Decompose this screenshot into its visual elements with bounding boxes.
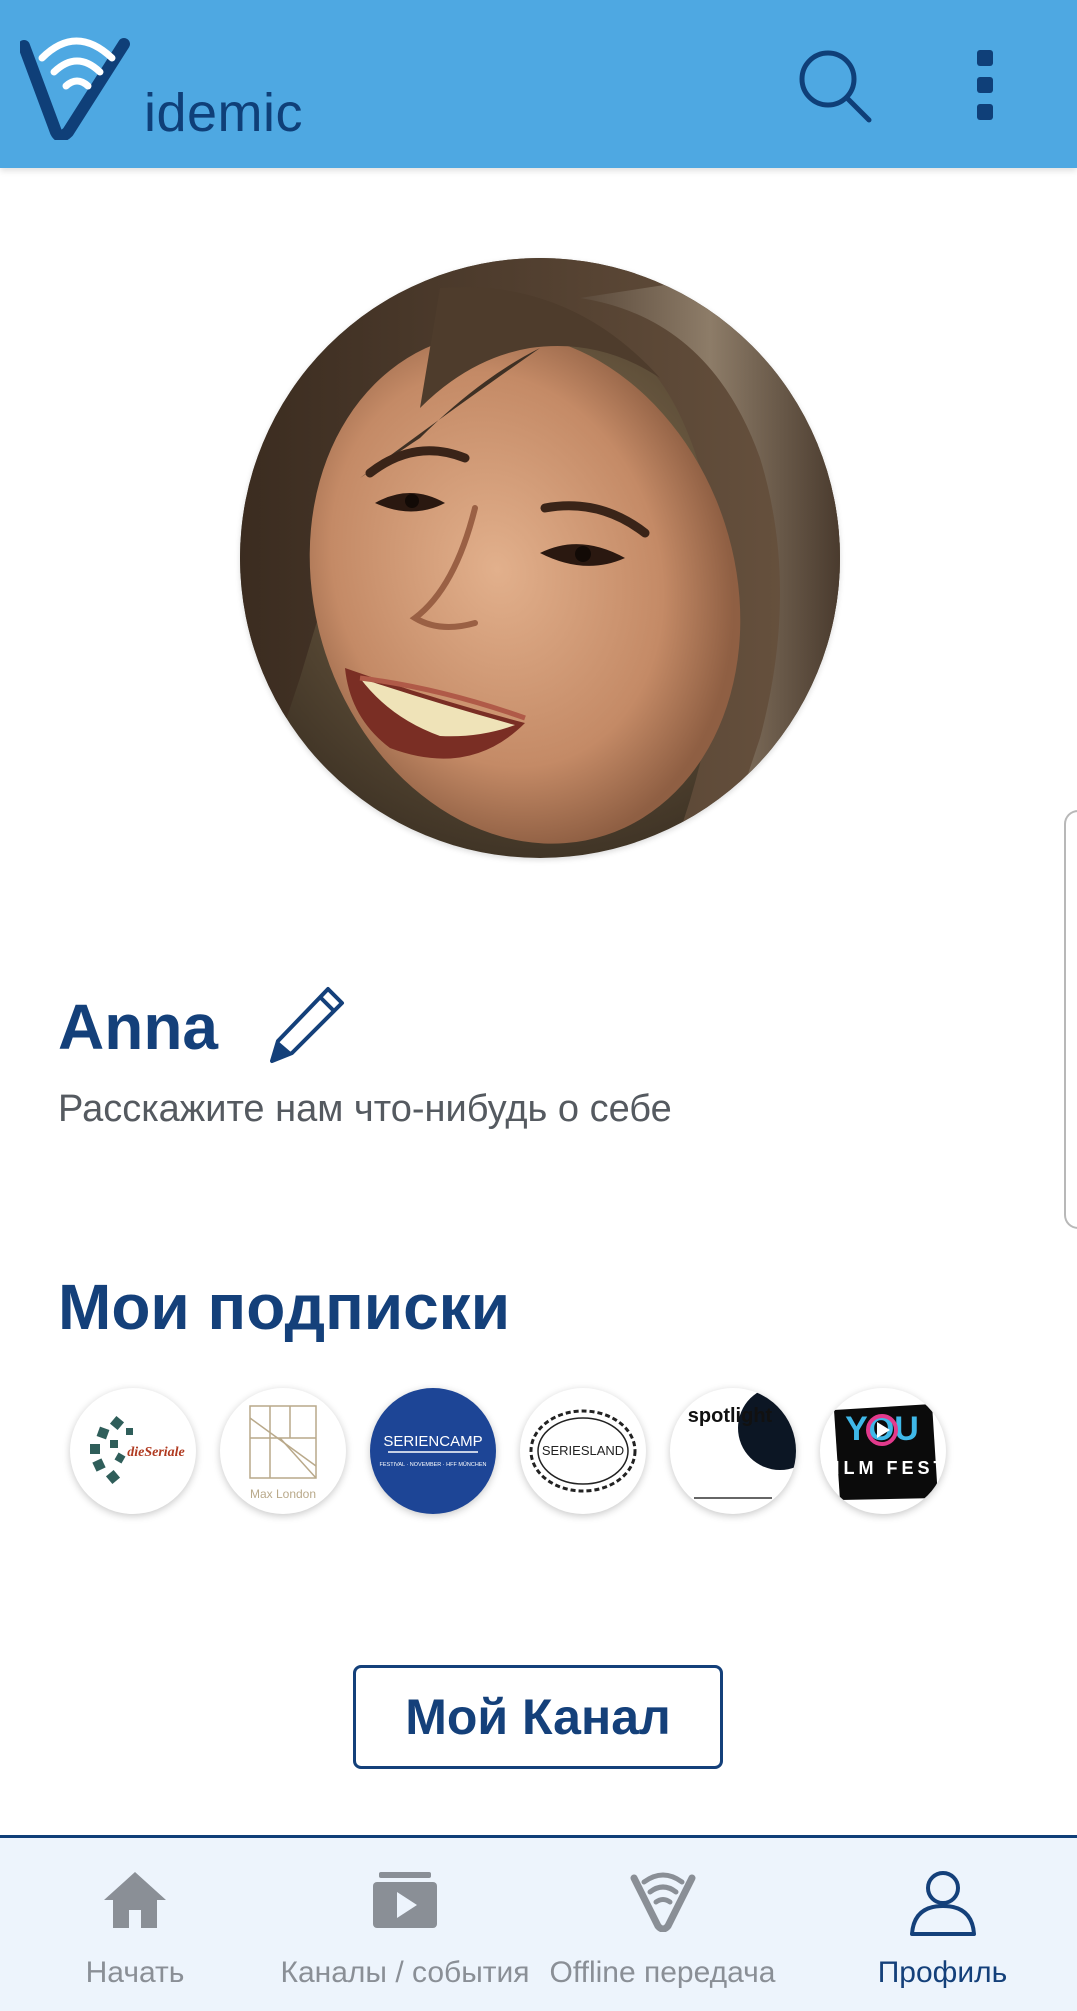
- nav-item-offline[interactable]: Offline передача: [545, 1838, 780, 2011]
- nav-label-channels: Каналы / события: [280, 1956, 530, 1989]
- app-header: idemic: [0, 0, 1077, 168]
- bottom-navigation: Начать Каналы / события Offline передача…: [0, 1835, 1077, 2011]
- svg-text:FILM FEST: FILM FEST: [820, 1458, 946, 1478]
- user-icon: [909, 1871, 976, 1936]
- svg-text:dieSeriale: dieSeriale: [127, 1445, 185, 1460]
- subscription-spotlight[interactable]: spotlight: [670, 1388, 796, 1514]
- svg-text:spotlight: spotlight: [688, 1405, 773, 1427]
- logo-text: idemic: [144, 83, 304, 143]
- you-film-fest-logo: YOU FILM FEST: [820, 1404, 946, 1500]
- svg-text:SERIESLAND: SERIESLAND: [542, 1443, 624, 1458]
- edit-profile-button[interactable]: [266, 985, 346, 1065]
- nav-item-home[interactable]: Начать: [40, 1838, 230, 2011]
- profile-avatar[interactable]: [240, 258, 840, 858]
- channels-play-icon: [373, 1872, 437, 1928]
- more-vertical-icon: [977, 50, 993, 120]
- dieseriale-logo: dieSeriale: [90, 1415, 185, 1485]
- search-button[interactable]: [795, 46, 875, 126]
- search-icon: [799, 50, 872, 123]
- pencil-icon: [270, 987, 344, 1063]
- subscription-you-film-fest[interactable]: YOU FILM FEST: [820, 1388, 946, 1514]
- spotlight-logo: spotlight: [688, 1388, 796, 1499]
- seriesland-logo: SERIESLAND: [529, 1409, 637, 1493]
- offline-wifi-icon: [630, 1872, 695, 1932]
- app-logo[interactable]: idemic: [20, 30, 340, 143]
- nav-label-offline: Offline передача: [549, 1956, 776, 1989]
- subscription-seriencamp[interactable]: SERIENCAMP FESTIVAL · NOVEMBER · HFF MÜN…: [370, 1388, 496, 1514]
- overflow-menu-button[interactable]: [960, 44, 1010, 126]
- subscriptions-list: dieSeriale Max London SERIENCAMP FESTIVA…: [70, 1388, 970, 1516]
- svg-text:SERIENCAMP: SERIENCAMP: [383, 1433, 482, 1450]
- seriencamp-logo: SERIENCAMP FESTIVAL · NOVEMBER · HFF MÜN…: [380, 1433, 487, 1468]
- profile-name: Anna: [58, 991, 218, 1063]
- nav-item-profile[interactable]: Профиль: [850, 1838, 1035, 2011]
- logo-wifi-v-icon: [20, 37, 130, 140]
- home-icon: [104, 1872, 166, 1928]
- subscriptions-title: Мои подписки: [58, 1271, 511, 1343]
- nav-item-channels[interactable]: Каналы / события: [270, 1838, 540, 2011]
- subscription-max-london[interactable]: Max London: [220, 1388, 346, 1514]
- my-channel-button[interactable]: Мой Канал: [353, 1665, 723, 1769]
- nav-label-home: Начать: [85, 1956, 185, 1989]
- svg-text:Max London: Max London: [250, 1487, 316, 1501]
- profile-bio-placeholder[interactable]: Расскажите нам что-нибудь о себе: [58, 1088, 672, 1131]
- subscription-dieseriale[interactable]: dieSeriale: [70, 1388, 196, 1514]
- nav-label-profile: Профиль: [877, 1956, 1008, 1989]
- subscription-seriesland[interactable]: SERIESLAND: [520, 1388, 646, 1514]
- avatar-photo: [240, 258, 840, 858]
- max-london-logo: Max London: [249, 1405, 317, 1501]
- edge-panel-handle[interactable]: [1064, 810, 1077, 1229]
- svg-text:FESTIVAL · NOVEMBER · HFF MÜNC: FESTIVAL · NOVEMBER · HFF MÜNCHEN: [380, 1461, 487, 1468]
